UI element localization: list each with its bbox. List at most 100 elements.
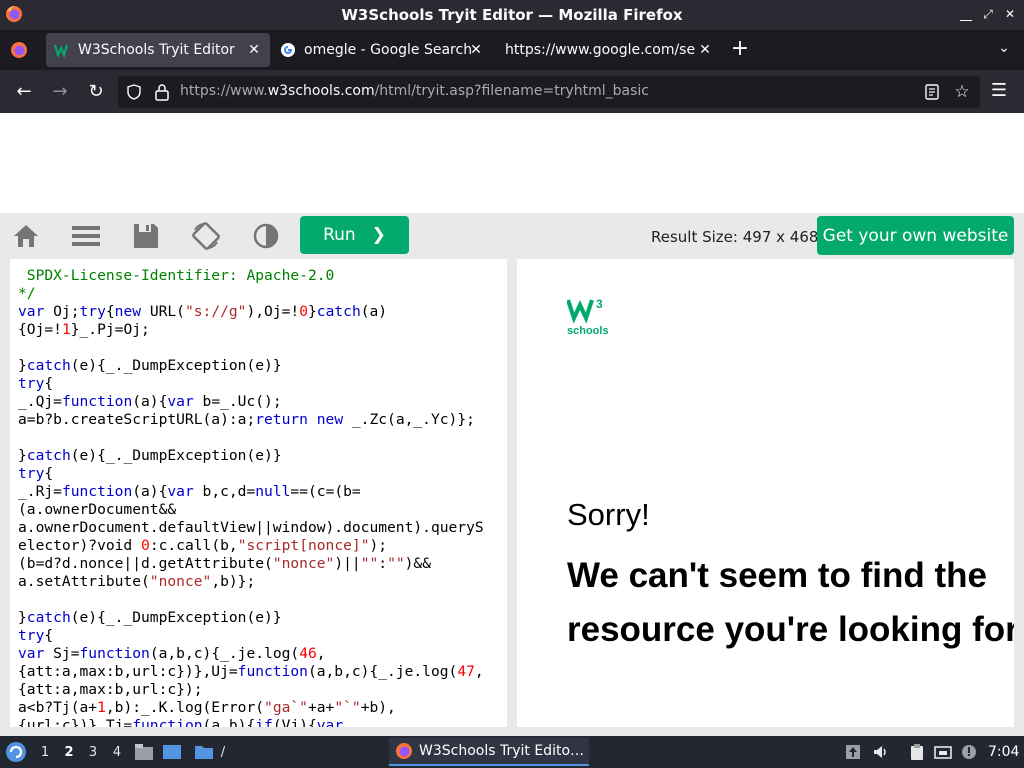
chevron-down-icon[interactable]: ⌄ [994, 40, 1014, 60]
code-token: {Oj=! [18, 321, 62, 338]
code-token: 1 [61, 321, 71, 338]
run-button[interactable]: Run ❯ [300, 216, 409, 254]
get-your-own-website-button[interactable]: Get your own website [817, 216, 1014, 255]
code-text[interactable]: SPDX-License-Identifier: Apache-2.0 */var… [18, 267, 484, 727]
code-token: } [308, 303, 317, 320]
new-tab-icon[interactable]: + [729, 38, 751, 60]
home-icon[interactable] [11, 222, 41, 250]
code-token: function [237, 663, 308, 680]
code-token: _.Zc(a,_.Yc)}; [343, 411, 475, 428]
bookmark-star-icon[interactable]: ☆ [952, 82, 972, 102]
firefox-view-icon[interactable] [6, 38, 34, 62]
contrast-theme-icon[interactable] [251, 222, 281, 250]
code-token: new [316, 411, 344, 428]
code-token: "nonce" [149, 573, 212, 590]
reload-icon[interactable]: ↻ [84, 80, 108, 104]
address-bar[interactable]: https://www.w3schools.com/html/tryit.asp… [118, 76, 980, 108]
code-token: : [378, 555, 388, 572]
code-token: , [316, 645, 326, 662]
w3schools-logo[interactable]: 3 schools [567, 297, 609, 339]
workspace-2[interactable]: 2 [62, 745, 76, 760]
code-token: } [18, 357, 27, 374]
code-token: URL( [141, 303, 185, 320]
code-token: (a.ownerDocument&& [18, 501, 177, 518]
minimize-icon[interactable]: ⎽ [960, 7, 972, 21]
code-token: catch [26, 357, 71, 374]
code-token: { [44, 375, 54, 392]
code-token: "s://g" [184, 303, 247, 320]
code-line: (b=d?d.nonce||d.getAttribute("nonce")||"… [18, 555, 484, 573]
restore-icon[interactable]: ⤢ [982, 7, 994, 21]
close-window-icon[interactable]: ✕ [1004, 7, 1016, 21]
tab-w3schools[interactable]: W3Schools Tryit Editor ✕ [46, 33, 270, 67]
code-token: _.Qj= [18, 393, 62, 410]
code-token: return [255, 411, 308, 428]
menu-icon[interactable] [71, 222, 101, 250]
code-token: ,b)}; [211, 573, 256, 590]
file-manager-icon[interactable] [134, 743, 154, 761]
code-token: "script[nonce]" [237, 537, 370, 554]
notifications-icon[interactable] [960, 743, 978, 761]
desktop-icon[interactable] [162, 743, 182, 761]
code-token: elector)?void [18, 537, 142, 554]
code-token: new [114, 303, 142, 320]
back-arrow-icon[interactable]: ← [12, 80, 36, 104]
shield-icon[interactable] [126, 84, 142, 100]
code-token: { [44, 465, 54, 482]
clipboard-icon[interactable] [908, 743, 926, 761]
code-token: )|| [334, 555, 361, 572]
url-path: /html/tryit.asp?filename=tryhtml_basic [374, 83, 649, 99]
tryit-toolbar: Run ❯ Result Size: 497 x 468 Get your ow… [0, 213, 1024, 259]
code-token: function [132, 717, 203, 727]
folder-icon[interactable] [194, 743, 214, 761]
save-icon[interactable] [131, 222, 161, 250]
start-menu-icon[interactable] [5, 741, 27, 763]
code-token: (a) [360, 303, 388, 320]
code-token: Sj= [44, 645, 80, 662]
code-line: var Sj=function(a,b,c){_.je.log(46, [18, 645, 484, 663]
code-token: if [255, 717, 273, 727]
run-chevron-icon: ❯ [371, 225, 386, 245]
code-line: a<b?Tj(a+1,b):_.K.log(Error("ga`"+a+"`"+… [18, 699, 484, 717]
url-prefix: https://www. [180, 83, 268, 99]
updates-icon[interactable] [844, 743, 862, 761]
ad-banner-area [0, 113, 1024, 213]
url-text[interactable]: https://www.w3schools.com/html/tryit.asp… [180, 83, 649, 99]
workspace-3[interactable]: 3 [86, 745, 100, 760]
close-tab-icon[interactable]: ✕ [697, 42, 713, 58]
result-frame[interactable]: 3 schools Sorry! We can't seem to find t… [517, 259, 1014, 727]
tab-omegle-search[interactable]: omegle - Google Search ✕ [272, 33, 492, 67]
code-token: ); [369, 537, 388, 554]
code-token: { [44, 627, 54, 644]
code-line: {att:a,max:b,url:c}); [18, 681, 484, 699]
tab-label: omegle - Google Search [304, 42, 473, 58]
lock-icon[interactable] [154, 83, 170, 101]
code-line: a.setAttribute("nonce",b)}; [18, 573, 484, 591]
forward-arrow-icon[interactable]: → [48, 80, 72, 104]
volume-icon[interactable] [872, 743, 890, 761]
rotate-orientation-icon[interactable] [191, 222, 221, 250]
code-token: 1 [97, 699, 106, 716]
code-editor[interactable]: SPDX-License-Identifier: Apache-2.0 */var… [10, 259, 507, 727]
close-tab-icon[interactable]: ✕ [246, 42, 262, 58]
code-token: try [18, 627, 45, 644]
reader-view-icon[interactable] [924, 84, 940, 100]
code-token: a.setAttribute( [18, 573, 150, 590]
code-token: (a){ [132, 393, 168, 410]
code-token: SPDX-License-Identifier: Apache-2.0 [18, 267, 335, 284]
code-token: var [167, 393, 194, 410]
hamburger-menu-icon[interactable]: ☰ [988, 80, 1010, 102]
close-tab-icon[interactable]: ✕ [468, 42, 484, 58]
folder-path-label[interactable]: / [216, 745, 230, 760]
tab-google-url[interactable]: https://www.google.com/sea ✕ [497, 33, 721, 67]
code-line: try{ [18, 375, 484, 393]
code-token: :c.call(b, [149, 537, 238, 554]
workspace-1[interactable]: 1 [38, 745, 52, 760]
code-token: b=_.Uc(); [193, 393, 282, 410]
taskbar-firefox-task[interactable]: W3Schools Tryit Edito… [389, 738, 589, 766]
workspace-4[interactable]: 4 [110, 745, 124, 760]
logo-superscript: 3 [596, 297, 603, 311]
network-icon[interactable] [934, 743, 952, 761]
